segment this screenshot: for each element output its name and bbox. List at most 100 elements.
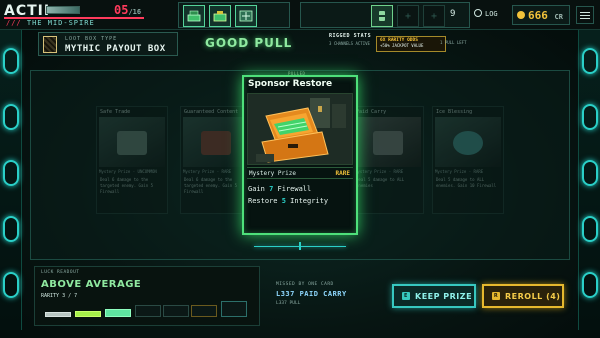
luck-readout-value: ABOVE AVERAGE (41, 279, 142, 290)
cash-stack-icon (187, 10, 201, 22)
card-description: Deal 6 damage to the targeted enemy. Gai… (100, 177, 153, 194)
missed-by-sub: L337 PULL (276, 301, 301, 306)
consumable-slots: + + (300, 2, 470, 28)
odds-badge: 6X RARITY ODDS +50% JACKPOT VALUE (376, 36, 446, 52)
desc-text: Restore (248, 197, 282, 205)
card-rarity-type: Mystery Prize (183, 169, 215, 174)
rail-ring (582, 48, 598, 74)
crate-icon (239, 10, 253, 22)
rail-ring (3, 104, 19, 130)
card-rarity-type: Mystery Prize (99, 169, 131, 174)
card-art-shape (373, 131, 403, 155)
cash-briefcase-icon (248, 94, 352, 164)
selector-tick (299, 242, 301, 250)
card-rarity-tag: RARE (221, 169, 232, 174)
rail-ring (582, 160, 598, 186)
hp-readout: 05/16 (114, 3, 141, 17)
card-rarity: Mystery Prize · RARE (183, 169, 232, 174)
loot-box-type-value: MYTHIC PAYOUT BOX (65, 44, 166, 54)
pulled-card-rarity: Mystery Prize RARE (247, 167, 353, 179)
canister-icon (379, 11, 385, 21)
card-description: Deal 5 damage to ALL enemies (356, 177, 405, 188)
odds-jackpot: +50% JACKPOT VALUE (380, 43, 424, 48)
missed-by-panel: MISSED BY ONE CARD L337 PAID CARRY L337 … (276, 282, 347, 306)
loot-box-type-panel: LOOT BOX TYPE MYTHIC PAYOUT BOX (38, 32, 178, 56)
menu-button[interactable] (576, 6, 594, 24)
card-art (435, 117, 501, 167)
card-rarity: Mystery Prize · RARE (435, 169, 484, 174)
luck-readout-label: LUCK READOUT (41, 270, 80, 275)
rarity-pip (45, 312, 71, 317)
reroll-button[interactable]: R REROLL (4) (482, 284, 564, 308)
rigged-stats-sub: 3 CHANNELS ACTIVE (329, 41, 370, 46)
credits-value: 666 (528, 9, 548, 22)
rarity-pip (191, 305, 217, 317)
desc-text: Firewall (273, 185, 312, 193)
consumable-slot-empty[interactable]: + (397, 5, 419, 27)
reel-card: Safe Trade Mystery Prize · UNCOMMON Deal… (96, 106, 168, 214)
card-rarity-type: Mystery Prize (355, 169, 387, 174)
keybind-badge: R (492, 292, 500, 300)
pulled-card-description: Gain 7 Firewall Restore 5 Integrity (248, 183, 328, 207)
menu-icon-line (580, 14, 590, 16)
log-icon (474, 9, 482, 17)
card-art-shape (117, 131, 147, 155)
rarity-pip (135, 305, 161, 317)
card-art-shape (453, 131, 483, 155)
reel-card: Ice Blessing Mystery Prize · RARE Deal 5… (432, 106, 504, 214)
card-rarity: Mystery Prize · RARE (355, 169, 404, 174)
credits-display: 666 CR (512, 5, 570, 25)
luck-rarity: RARITY 3 / 7 (41, 293, 78, 299)
loot-box-type-label: LOOT BOX TYPE (65, 36, 118, 42)
pulled-card[interactable]: PULLED Sponsor Restore Mystery Prize RAR… (242, 71, 358, 235)
card-name: Ice Blessing (436, 109, 473, 115)
relic-slot[interactable] (235, 5, 257, 27)
missed-by-label: MISSED BY ONE CARD (276, 282, 334, 287)
game-screen: ACTII 05/16 /// THE MID-SPIRE + + 9 LOG … (0, 0, 600, 338)
deck-count: 9 (450, 9, 456, 19)
missed-by-value: L337 PAID CARRY (276, 290, 347, 298)
card-rarity-tag: UNCOMMON (137, 169, 157, 174)
card-art-shape (201, 131, 231, 155)
left-rail (0, 30, 22, 330)
card-art (355, 117, 421, 167)
desc-text: Integrity (285, 197, 329, 205)
coin-icon (517, 11, 525, 19)
location-prefix: /// (6, 19, 22, 27)
rigged-stats-panel: RIGGED STATS 3 CHANNELS ACTIVE 6X RARITY… (326, 32, 566, 58)
rail-ring (3, 216, 19, 242)
rail-ring (3, 160, 19, 186)
keep-prize-button[interactable]: E KEEP PRIZE (392, 284, 476, 308)
card-rarity: Mystery Prize · UNCOMMON (99, 169, 157, 174)
card-art (183, 117, 249, 167)
right-rail (578, 30, 600, 330)
pulled-card-line-2: Restore 5 Integrity (248, 195, 328, 207)
rail-ring (3, 48, 19, 74)
cash-stack-icon (213, 11, 227, 22)
rarity-pip (163, 305, 189, 317)
rarity-pip (105, 309, 131, 317)
location-name: THE MID-SPIRE (26, 19, 95, 27)
luck-readout-panel: LUCK READOUT ABOVE AVERAGE RARITY 3 / 7 (34, 266, 260, 326)
loot-box-icon (43, 36, 57, 53)
reroll-label: REROLL (4) (505, 291, 561, 301)
card-rarity-type: Mystery Prize (435, 169, 467, 174)
hp-max: /16 (128, 8, 142, 16)
log-button[interactable]: LOG (474, 9, 498, 18)
relic-slot[interactable] (209, 5, 231, 27)
pulled-card-line-1: Gain 7 Firewall (248, 183, 328, 195)
card-rarity-tag: RARE (473, 169, 484, 174)
pulled-card-art (247, 93, 353, 165)
rail-ring (582, 216, 598, 242)
relic-slot[interactable] (183, 5, 205, 27)
consumable-slot-filled[interactable] (371, 5, 393, 27)
credits-unit: CR (554, 13, 563, 21)
pull-result-title: GOOD PULL (205, 36, 293, 50)
card-description: Deal 5 damage to ALL enemies. Gain 10 Fi… (436, 177, 497, 188)
log-label: LOG (485, 10, 498, 18)
rarity-pip (75, 311, 101, 317)
consumable-slot-empty[interactable]: + (423, 5, 445, 27)
desc-text: Gain (248, 185, 270, 193)
pulled-card-rarity-tag: RARE (335, 170, 350, 177)
hp-value: 05 (114, 3, 129, 17)
